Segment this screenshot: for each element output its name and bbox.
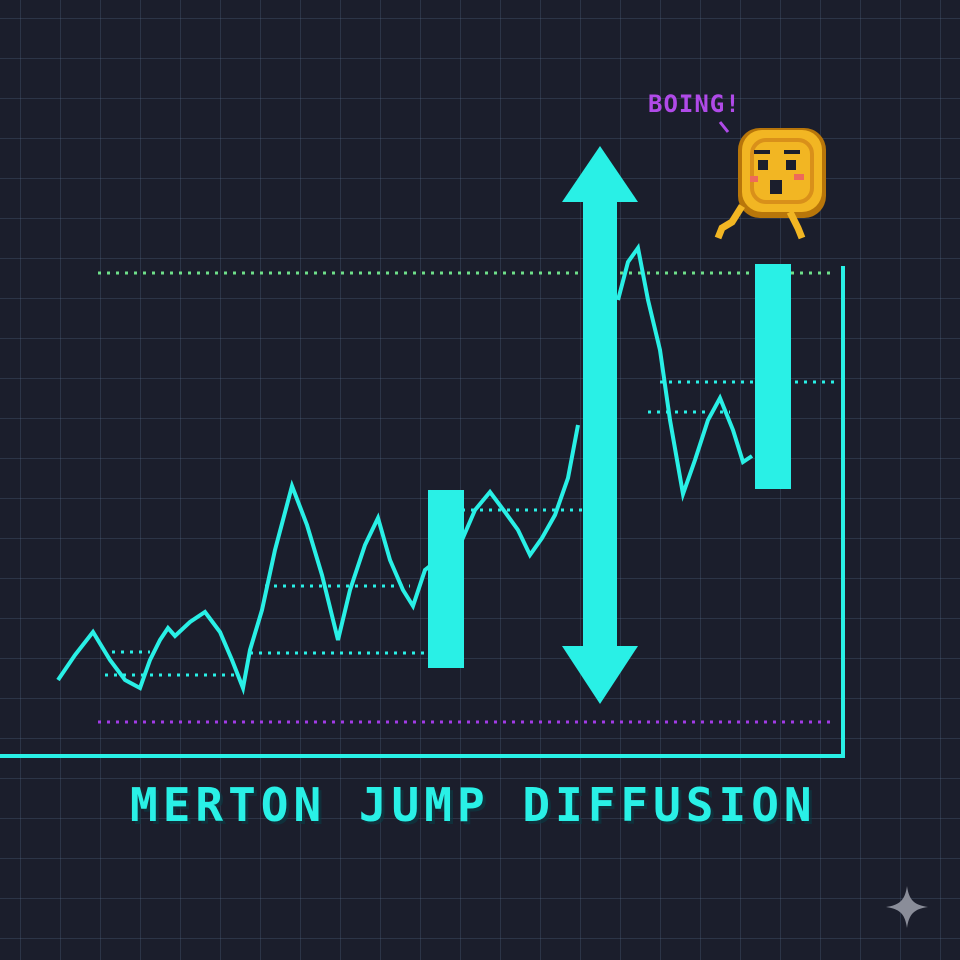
coin-mascot-icon <box>714 121 826 240</box>
illustration: BOING! MERTON JUMP DIFFUSION <box>0 0 960 960</box>
jump-bar <box>428 490 464 668</box>
price-path <box>460 424 580 559</box>
sparkle-icon <box>886 886 928 928</box>
chart-title: MERTON JUMP DIFFUSION <box>130 778 817 832</box>
jump-bar <box>755 264 791 489</box>
mascot-exclamation: BOING! <box>648 90 741 118</box>
double-arrow-icon <box>562 146 638 704</box>
price-path <box>616 243 754 502</box>
